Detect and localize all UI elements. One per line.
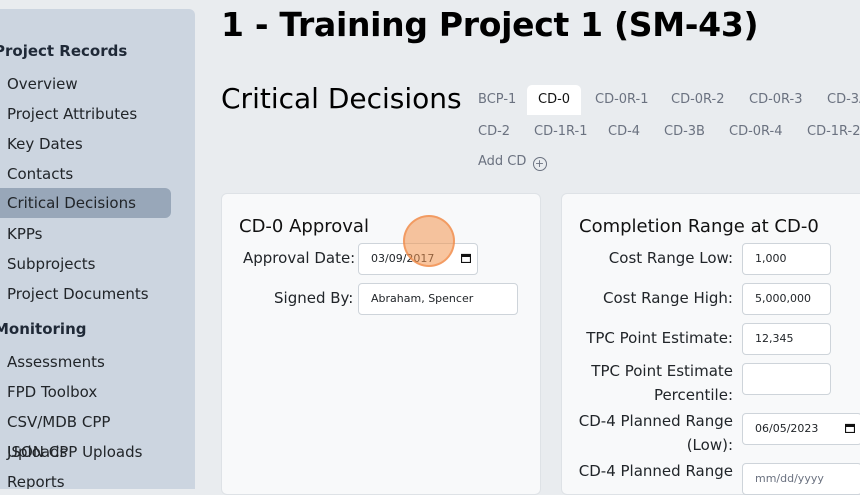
sidebar-item-subprojects[interactable]: Subprojects <box>0 249 171 279</box>
tab-cd-0[interactable]: CD-0 <box>527 85 582 115</box>
tab-cd-1r-1[interactable]: CD-1R-1 <box>523 117 599 147</box>
sidebar-item-fpd-toolbox[interactable]: FPD Toolbox <box>0 377 171 407</box>
sidebar-item-reports[interactable]: Reports <box>0 467 171 489</box>
sidebar-section-monitoring: Monitoring <box>0 320 87 338</box>
approval-card: CD-0 Approval Approval Date: 03/09/2017 … <box>221 193 541 495</box>
tab-cd-0r-3[interactable]: CD-0R-3 <box>738 85 814 115</box>
cd4-high-date-field[interactable]: mm/dd/yyyy <box>742 463 860 495</box>
approval-card-title: CD-0 Approval <box>239 216 369 237</box>
sidebar-item-critical-decisions[interactable]: Critical Decisions <box>0 188 171 218</box>
sidebar-section-project-records: Project Records <box>0 42 128 60</box>
signed-by-label: Signed By: <box>274 289 354 307</box>
tab-cd-1r-2[interactable]: CD-1R-2 <box>796 117 860 147</box>
sidebar-item-assessments[interactable]: Assessments <box>0 347 171 377</box>
cd4-high-date-placeholder: mm/dd/yyyy <box>755 472 824 485</box>
tab-bcp-1[interactable]: BCP-1 <box>467 85 527 115</box>
tab-cd-3b[interactable]: CD-3B <box>653 117 716 147</box>
sidebar-item-project-documents[interactable]: Project Documents <box>0 279 171 309</box>
tpc-percentile-label-line2: Percentile: <box>653 386 733 404</box>
signed-by-field[interactable]: Abraham, Spencer <box>358 283 518 315</box>
add-cd-button[interactable]: Add CD + <box>478 154 547 171</box>
calendar-icon[interactable] <box>845 423 855 433</box>
sidebar-item-contacts[interactable]: Contacts <box>0 159 171 189</box>
completion-range-card: Completion Range at CD-0 Cost Range Low:… <box>561 193 860 495</box>
tpc-point-estimate-label: TPC Point Estimate: <box>586 329 733 347</box>
cd4-low-date-value: 06/05/2023 <box>755 422 819 435</box>
tpc-percentile-field[interactable] <box>742 363 831 395</box>
tpc-point-estimate-field[interactable]: 12,345 <box>742 323 831 355</box>
sidebar-item-csv-mdb-cpp-uploads[interactable]: CSV/MDB CPP Uploads <box>0 407 171 461</box>
cost-range-low-label: Cost Range Low: <box>608 249 733 267</box>
cd4-low-label-line1: CD-4 Planned Range <box>578 412 733 430</box>
cd4-high-label-line1: CD-4 Planned Range <box>578 462 733 480</box>
sidebar-item-kpps[interactable]: KPPs <box>0 219 171 249</box>
plus-circle-icon: + <box>532 157 547 171</box>
calendar-icon[interactable] <box>461 253 471 263</box>
tab-cd-0r-4[interactable]: CD-0R-4 <box>718 117 794 147</box>
cd4-low-label-line2: (Low): <box>686 436 733 454</box>
cost-range-low-field[interactable]: 1,000 <box>742 243 831 275</box>
add-cd-label: Add CD <box>478 154 527 169</box>
sidebar-item-key-dates[interactable]: Key Dates <box>0 129 171 159</box>
tpc-percentile-label-line1: TPC Point Estimate <box>591 362 733 380</box>
section-title: Critical Decisions <box>221 82 462 115</box>
click-indicator <box>403 215 455 267</box>
cd4-low-date-field[interactable]: 06/05/2023 <box>742 413 860 445</box>
sidebar-item-project-attributes[interactable]: Project Attributes <box>0 99 171 129</box>
cost-range-high-field[interactable]: 5,000,000 <box>742 283 831 315</box>
sidebar-item-json-cpp-uploads[interactable]: JSON CPP Uploads <box>0 437 171 467</box>
sidebar: Project Records Overview Project Attribu… <box>0 9 195 489</box>
tab-cd-0r-1[interactable]: CD-0R-1 <box>584 85 660 115</box>
tab-cd-2[interactable]: CD-2 <box>467 117 521 147</box>
page-title: 1 - Training Project 1 (SM-43) <box>221 5 759 44</box>
completion-range-title: Completion Range at CD-0 <box>579 216 819 237</box>
approval-date-label: Approval Date: <box>243 249 356 267</box>
tab-cd-0r-2[interactable]: CD-0R-2 <box>660 85 736 115</box>
sidebar-item-overview[interactable]: Overview <box>0 69 171 99</box>
tab-cd-4[interactable]: CD-4 <box>597 117 651 147</box>
cost-range-high-label: Cost Range High: <box>603 289 733 307</box>
tab-cd-3a[interactable]: CD-3A <box>816 85 860 115</box>
